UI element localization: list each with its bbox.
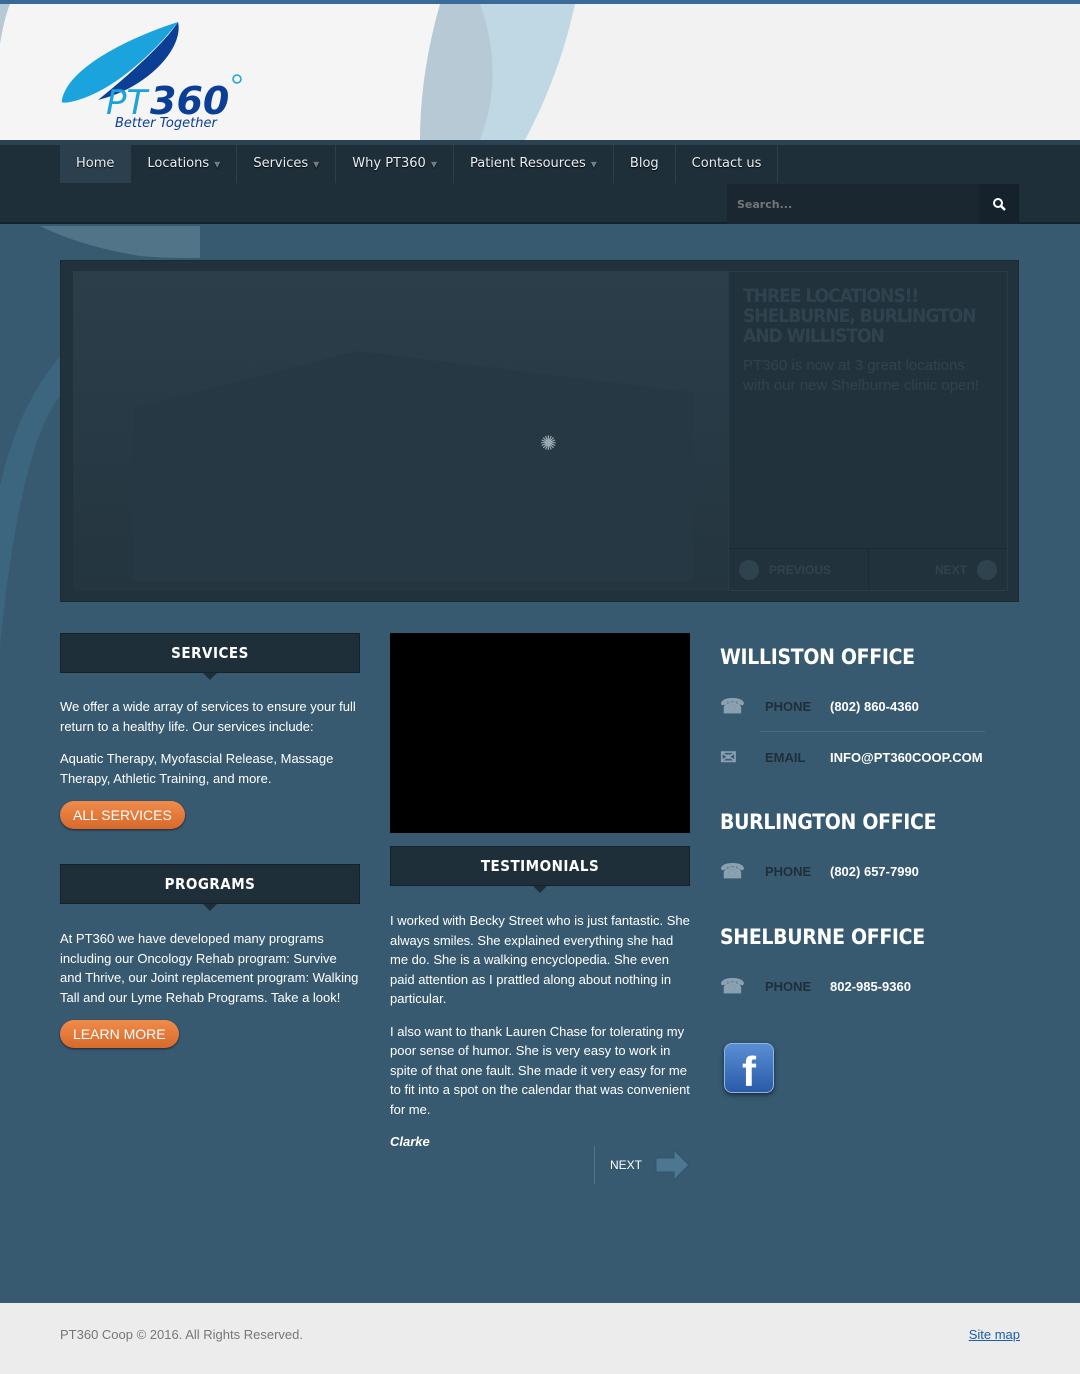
search-form (727, 184, 1019, 224)
williston-office: WILLISTON OFFICE ☎ PHONE (802) 860-4360 ✉ E… (720, 645, 1010, 772)
logo[interactable]: PT 360 Better Together (58, 18, 248, 135)
testimonial-paragraph: I also want to thank Lauren Chase for to… (390, 1023, 690, 1117)
testimonials-heading: TESTIMONIALS (390, 846, 690, 893)
burlington-office: BURLINGTON OFFICE ☎ PHONE (802) 657-7990 (720, 810, 1010, 886)
services-heading: SERVICES (60, 633, 360, 680)
shelburne-office: SHELBURNE OFFICE ☎ PHONE 802-985-9360 (720, 925, 1010, 1001)
phone-number[interactable]: 802-985-9360 (830, 979, 911, 994)
office-name: WILLISTON OFFICE (720, 645, 915, 669)
slider-next-button[interactable]: NEXT (867, 549, 1008, 590)
testimonial-next-button[interactable]: NEXT (594, 1146, 690, 1184)
forward-icon (977, 559, 997, 580)
programs-section: PROGRAMS At PT360 we have developed many… (60, 864, 360, 1048)
search-input[interactable] (727, 184, 979, 224)
slide-caption: THREE LOCATIONS!! SHELBURNE, BURLINGTON … (728, 271, 1008, 591)
learn-more-button[interactable]: LEARN MORE (60, 1020, 179, 1048)
email-icon: ✉ (720, 746, 737, 769)
all-services-button[interactable]: ALL SERVICES (60, 801, 185, 829)
caret-down-icon: ▼ (590, 160, 597, 169)
slide-text: PT360 is now at 3 great locations with o… (743, 357, 979, 394)
sitemap-link[interactable]: Site map (969, 1327, 1020, 1342)
caret-down-icon: ▼ (430, 160, 437, 169)
search-button[interactable] (979, 184, 1019, 224)
caret-down-icon: ▼ (214, 160, 221, 169)
phone-icon: ☎ (720, 860, 745, 883)
nav-locations[interactable]: Locations ▼ (131, 145, 238, 183)
loading-spinner-icon: ✺ (540, 433, 557, 455)
phone-icon: ☎ (720, 975, 745, 998)
phone-icon: ☎ (720, 695, 745, 718)
testimonial-paragraph: I worked with Becky Street who is just f… (390, 913, 690, 1006)
phone-number[interactable]: (802) 860-4360 (830, 699, 919, 714)
rewind-icon (739, 559, 759, 580)
slide-title: THREE LOCATIONS!! SHELBURNE, BURLINGTON … (743, 285, 977, 347)
nav-home[interactable]: Home (60, 145, 132, 183)
caret-down-icon: ▼ (313, 160, 320, 169)
office-name: SHELBURNE OFFICE (720, 925, 925, 949)
facebook-icon[interactable]: f (724, 1043, 774, 1095)
header: PT 360 Better Together (0, 4, 1080, 140)
testimonials-section: TESTIMONIALS I worked with Becky Street … (390, 633, 690, 1184)
arrow-right-icon (655, 1149, 690, 1181)
nav-why-pt360[interactable]: Why PT360 ▼ (336, 145, 454, 183)
slide-image[interactable]: ✺ (73, 271, 728, 591)
slider-previous-button[interactable]: PREVIOUS (729, 549, 868, 590)
services-list: Aquatic Therapy, Myofascial Release, Mas… (60, 751, 334, 786)
email-address[interactable]: INFO@PT360COOP.COM (830, 750, 983, 765)
svg-text:Better Together: Better Together (115, 116, 218, 130)
footer: PT360 Coop © 2016. All Rights Reserved. … (0, 1303, 1080, 1374)
services-intro: We offer a wide array of services to ens… (60, 699, 356, 734)
programs-heading: PROGRAMS (60, 864, 360, 911)
nav-contact[interactable]: Contact us (676, 145, 779, 183)
nav-services[interactable]: Services ▼ (237, 145, 337, 183)
phone-number[interactable]: (802) 657-7990 (830, 864, 919, 879)
nav-patient-resources[interactable]: Patient Resources ▼ (454, 145, 614, 183)
nav-blog[interactable]: Blog (614, 145, 676, 183)
video-embed[interactable] (390, 633, 690, 833)
image-slider: ✺ THREE LOCATIONS!! SHELBURNE, BURLINGTO… (60, 260, 1019, 602)
search-icon (993, 198, 1006, 211)
services-section: SERVICES We offer a wide array of servic… (60, 633, 360, 829)
copyright: PT360 Coop © 2016. All Rights Reserved. (60, 1327, 303, 1342)
main-nav: Home Locations ▼ Services ▼ Why PT360 ▼ Pat… (0, 140, 1080, 224)
office-name: BURLINGTON OFFICE (720, 810, 937, 834)
programs-text: At PT360 we have developed many programs… (60, 931, 359, 1005)
